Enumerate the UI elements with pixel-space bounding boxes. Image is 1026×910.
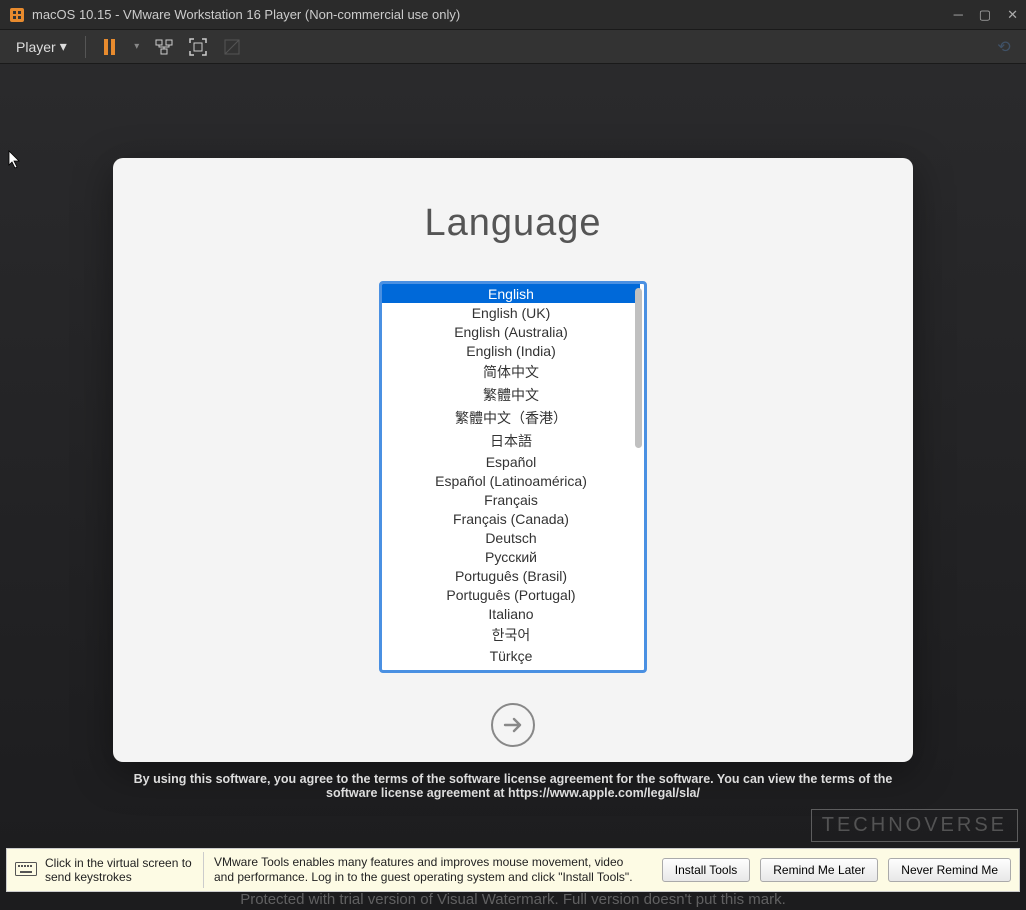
- pause-button[interactable]: [96, 33, 124, 61]
- toolbar-separator: [85, 36, 86, 58]
- watermark-logo: TECHNOVERSE: [811, 809, 1018, 842]
- titlebar: macOS 10.15 - VMware Workstation 16 Play…: [0, 0, 1026, 30]
- language-option[interactable]: 繁體中文: [382, 383, 640, 406]
- language-option[interactable]: 한국어: [382, 623, 640, 646]
- language-option[interactable]: Português (Portugal): [382, 585, 640, 604]
- macos-installer-panel: Language EnglishEnglish (UK)English (Aus…: [113, 158, 913, 762]
- language-option[interactable]: 日本語: [382, 429, 640, 452]
- vmware-app-icon: [8, 6, 26, 24]
- keyboard-icon: [15, 862, 37, 879]
- arrow-right-icon: [500, 712, 526, 738]
- language-option[interactable]: Français: [382, 490, 640, 509]
- language-option[interactable]: Italiano: [382, 604, 640, 623]
- install-tools-button[interactable]: Install Tools: [662, 858, 750, 882]
- cycle-icon: ⟲: [997, 37, 1010, 57]
- network-icon: [154, 39, 174, 55]
- language-option[interactable]: English (India): [382, 341, 640, 360]
- language-option[interactable]: 繁體中文（香港）: [382, 406, 640, 429]
- close-button[interactable]: ✕: [1007, 7, 1018, 23]
- language-option[interactable]: Deutsch: [382, 528, 640, 547]
- language-option[interactable]: Français (Canada): [382, 509, 640, 528]
- player-menu-label: Player: [16, 39, 56, 55]
- language-option[interactable]: English (Australia): [382, 322, 640, 341]
- cycle-button[interactable]: ⟲: [990, 33, 1018, 61]
- language-option[interactable]: Türkçe: [382, 646, 640, 665]
- window-controls: ─ ▢ ✕: [954, 7, 1018, 23]
- scrollbar-thumb[interactable]: [635, 288, 642, 448]
- page-title: Language: [424, 202, 601, 245]
- license-agreement-text: By using this software, you agree to the…: [113, 772, 913, 800]
- fullscreen-icon: [189, 38, 207, 56]
- keystroke-hint-text: Click in the virtual screen to send keys…: [45, 856, 193, 885]
- language-option[interactable]: Русский: [382, 547, 640, 566]
- separator: [203, 852, 204, 888]
- language-option[interactable]: English (UK): [382, 303, 640, 322]
- mouse-cursor-icon: [8, 150, 22, 175]
- send-ctrl-alt-del-button[interactable]: [150, 33, 178, 61]
- vm-guest-screen[interactable]: Language EnglishEnglish (UK)English (Aus…: [0, 64, 1026, 910]
- language-option[interactable]: Español: [382, 452, 640, 471]
- window-title: macOS 10.15 - VMware Workstation 16 Play…: [32, 7, 460, 22]
- minimize-button[interactable]: ─: [954, 7, 963, 23]
- remind-later-button[interactable]: Remind Me Later: [760, 858, 878, 882]
- language-option[interactable]: Español (Latinoamérica): [382, 471, 640, 490]
- pause-icon: [104, 39, 115, 55]
- vmware-tools-text: VMware Tools enables many features and i…: [214, 855, 644, 885]
- never-remind-button[interactable]: Never Remind Me: [888, 858, 1011, 882]
- player-menu[interactable]: Player ▾: [8, 35, 75, 58]
- chevron-down-icon: ▾: [134, 41, 139, 52]
- maximize-button[interactable]: ▢: [979, 7, 991, 23]
- vmware-hint-bar: Click in the virtual screen to send keys…: [6, 848, 1020, 892]
- toolbar: Player ▾ ▾ ⟲: [0, 30, 1026, 64]
- power-dropdown[interactable]: ▾: [130, 33, 144, 61]
- chevron-down-icon: ▾: [60, 38, 67, 55]
- language-option[interactable]: English: [382, 284, 640, 303]
- unity-icon: [223, 38, 241, 56]
- language-option[interactable]: Nederlands: [382, 665, 640, 670]
- language-option[interactable]: Português (Brasil): [382, 566, 640, 585]
- language-listbox[interactable]: EnglishEnglish (UK)English (Australia)En…: [379, 281, 647, 673]
- language-option[interactable]: 简体中文: [382, 360, 640, 383]
- fullscreen-button[interactable]: [184, 33, 212, 61]
- continue-button[interactable]: [491, 703, 535, 747]
- unity-button[interactable]: [218, 33, 246, 61]
